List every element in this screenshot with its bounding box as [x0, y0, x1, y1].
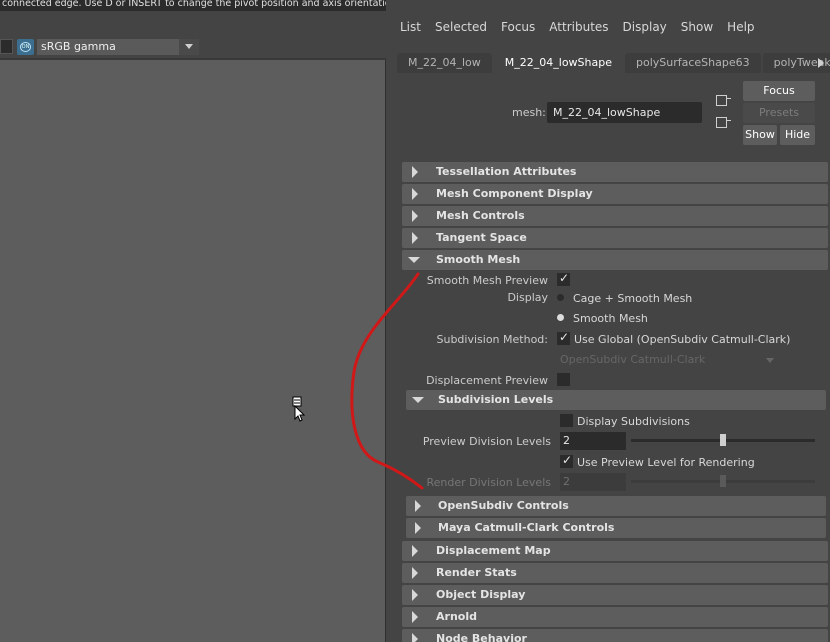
colorspace-icon[interactable]: ON: [17, 39, 34, 55]
expand-arrow-icon: [412, 232, 418, 244]
display-option-cage-smooth: Cage + Smooth Mesh: [573, 292, 693, 305]
frame-opensubdiv-controls[interactable]: OpenSubdiv Controls: [406, 496, 826, 516]
frame-node-behavior[interactable]: Node Behavior: [402, 629, 828, 642]
menu-attributes[interactable]: Attributes: [542, 16, 615, 38]
presets-button[interactable]: Presets: [743, 103, 815, 123]
show-button[interactable]: Show: [743, 125, 777, 145]
mesh-name-field[interactable]: M_22_04_lowShape: [547, 102, 702, 123]
frame-object-display[interactable]: Object Display: [402, 585, 828, 605]
render-division-levels-label: Render Division Levels: [426, 476, 551, 489]
use-global-label: Use Global (OpenSubdiv Catmull-Clark): [574, 333, 791, 346]
frame-subdivision-levels[interactable]: Subdivision Levels: [406, 390, 826, 410]
tab-transform[interactable]: M_22_04_low: [397, 53, 492, 73]
tab-shape[interactable]: M_22_04_lowShape: [493, 53, 623, 73]
expand-arrow-icon: [412, 611, 418, 623]
subdivision-method-value: OpenSubdiv Catmull-Clark: [560, 353, 706, 366]
subdivision-method-label: Subdivision Method:: [436, 333, 549, 346]
collapse-arrow-icon: [412, 397, 424, 403]
ae-tab-bar: M_22_04_low M_22_04_lowShape polySurface…: [397, 53, 830, 73]
tab-scroll-right-icon[interactable]: [818, 57, 826, 69]
frame-mesh-controls[interactable]: Mesh Controls: [402, 206, 828, 226]
display-label: Display: [507, 291, 548, 304]
focus-button[interactable]: Focus: [743, 81, 815, 101]
input-connections-icon[interactable]: [714, 92, 732, 108]
expand-arrow-icon: [412, 567, 418, 579]
frame-smooth-mesh[interactable]: Smooth Mesh: [402, 250, 828, 270]
tab-poly-surface-shape[interactable]: polySurfaceShape63: [625, 53, 761, 73]
smooth-mesh-preview-checkbox[interactable]: [557, 271, 570, 286]
frame-catmull-clark-controls[interactable]: Maya Catmull-Clark Controls: [406, 518, 826, 538]
expand-arrow-icon: [415, 522, 421, 534]
display-subdivisions-checkbox[interactable]: [560, 414, 573, 427]
menu-list[interactable]: List: [387, 16, 428, 38]
displacement-preview-label: Displacement Preview: [426, 374, 548, 387]
expand-arrow-icon: [412, 545, 418, 557]
menu-show[interactable]: Show: [674, 16, 720, 38]
expand-arrow-icon: [412, 633, 418, 642]
ae-menubar: List Selected Focus Attributes Display S…: [387, 16, 762, 38]
expand-arrow-icon: [412, 188, 418, 200]
attribute-editor: List Selected Focus Attributes Display S…: [387, 0, 830, 642]
display-radio-smooth-mesh[interactable]: [557, 314, 564, 321]
frame-render-stats[interactable]: Render Stats: [402, 563, 828, 583]
menu-display[interactable]: Display: [616, 16, 674, 38]
menu-selected[interactable]: Selected: [428, 16, 494, 38]
chevron-down-icon: [766, 358, 774, 363]
menu-focus[interactable]: Focus: [494, 16, 542, 38]
render-division-levels-field[interactable]: 2: [560, 473, 626, 491]
smooth-mesh-preview-label: Smooth Mesh Preview: [426, 274, 548, 287]
viewport-toolbar: ON sRGB gamma: [0, 11, 386, 60]
output-connections-icon[interactable]: [714, 114, 732, 130]
collapse-arrow-icon: [408, 257, 420, 263]
preview-slider-handle[interactable]: [720, 434, 726, 446]
viewport-panel[interactable]: ON sRGB gamma: [0, 11, 386, 642]
mesh-label: mesh:: [512, 106, 546, 119]
expand-arrow-icon: [412, 589, 418, 601]
expand-arrow-icon: [412, 166, 418, 178]
frame-mesh-component-display[interactable]: Mesh Component Display: [402, 184, 828, 204]
expand-arrow-icon: [412, 210, 418, 222]
use-preview-level-label: Use Preview Level for Rendering: [577, 456, 755, 469]
frame-displacement-map[interactable]: Displacement Map: [402, 541, 828, 561]
frame-arnold[interactable]: Arnold: [402, 607, 828, 627]
displacement-preview-checkbox[interactable]: [557, 373, 570, 386]
colorspace-value: sRGB gamma: [41, 40, 116, 53]
colorspace-dropdown[interactable]: sRGB gamma: [37, 39, 199, 55]
menu-help[interactable]: Help: [720, 16, 761, 38]
hide-button[interactable]: Hide: [780, 125, 815, 145]
display-option-smooth-mesh: Smooth Mesh: [573, 312, 648, 325]
subdivision-method-dropdown[interactable]: OpenSubdiv Catmull-Clark: [557, 351, 778, 369]
status-bar: connected edge. Use D or INSERT to chang…: [0, 0, 386, 11]
render-slider-handle[interactable]: [720, 475, 726, 487]
chevron-down-icon[interactable]: [179, 39, 199, 55]
display-subdivisions-label: Display Subdivisions: [577, 415, 690, 428]
viewport-field-stub[interactable]: [0, 39, 13, 54]
select-cursor-icon: [292, 396, 306, 422]
use-preview-level-checkbox[interactable]: [560, 453, 573, 468]
use-global-checkbox[interactable]: [557, 330, 570, 345]
expand-arrow-icon: [415, 500, 421, 512]
display-radio-cage-smooth[interactable]: [557, 294, 564, 301]
frame-tangent-space[interactable]: Tangent Space: [402, 228, 828, 248]
frame-tessellation-attributes[interactable]: Tessellation Attributes: [402, 162, 828, 182]
preview-division-levels-label: Preview Division Levels: [422, 435, 551, 448]
preview-division-levels-field[interactable]: 2: [560, 432, 626, 450]
